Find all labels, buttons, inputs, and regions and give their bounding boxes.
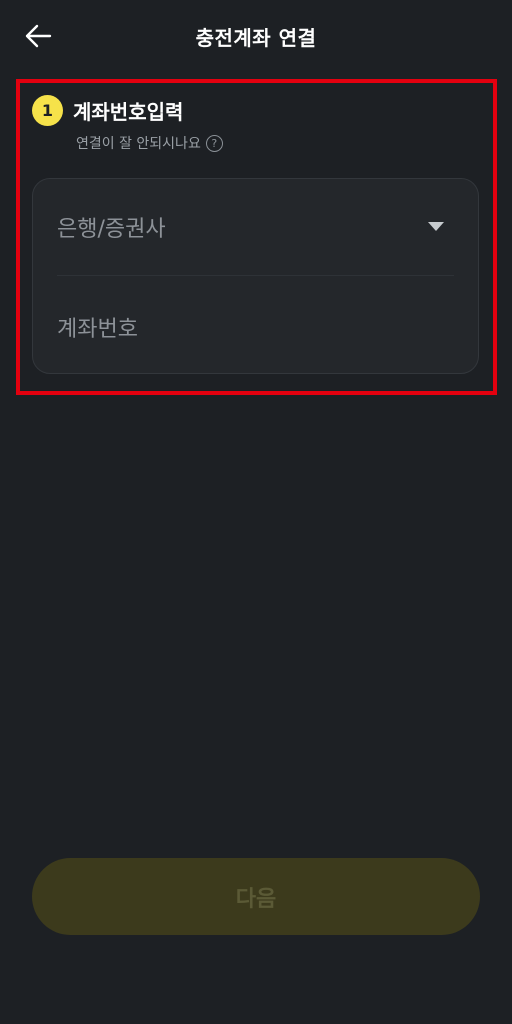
account-form-card: 은행/증권사 계좌번호 [32, 178, 479, 374]
step-title: 계좌번호입력 [73, 99, 184, 124]
account-number-placeholder: 계좌번호 [57, 317, 138, 342]
bank-select[interactable]: 은행/증권사 [57, 179, 454, 275]
step-header: 1 계좌번호입력 [32, 93, 183, 127]
step-number-badge: 1 [32, 94, 63, 126]
question-icon: ? [205, 134, 223, 152]
next-button[interactable]: 다음 [32, 858, 480, 935]
account-number-input[interactable]: 계좌번호 [57, 279, 454, 375]
connection-help-link[interactable]: 연결이 잘 안되시나요 ? [76, 133, 223, 153]
dropdown-triangle-icon [428, 222, 444, 231]
field-divider [57, 275, 454, 276]
app-header: 충전계좌 연결 [0, 0, 512, 72]
page-title: 충전계좌 연결 [195, 26, 317, 50]
bank-select-placeholder: 은행/증권사 [57, 217, 166, 242]
help-text: 연결이 잘 안되시나요 [76, 136, 201, 152]
